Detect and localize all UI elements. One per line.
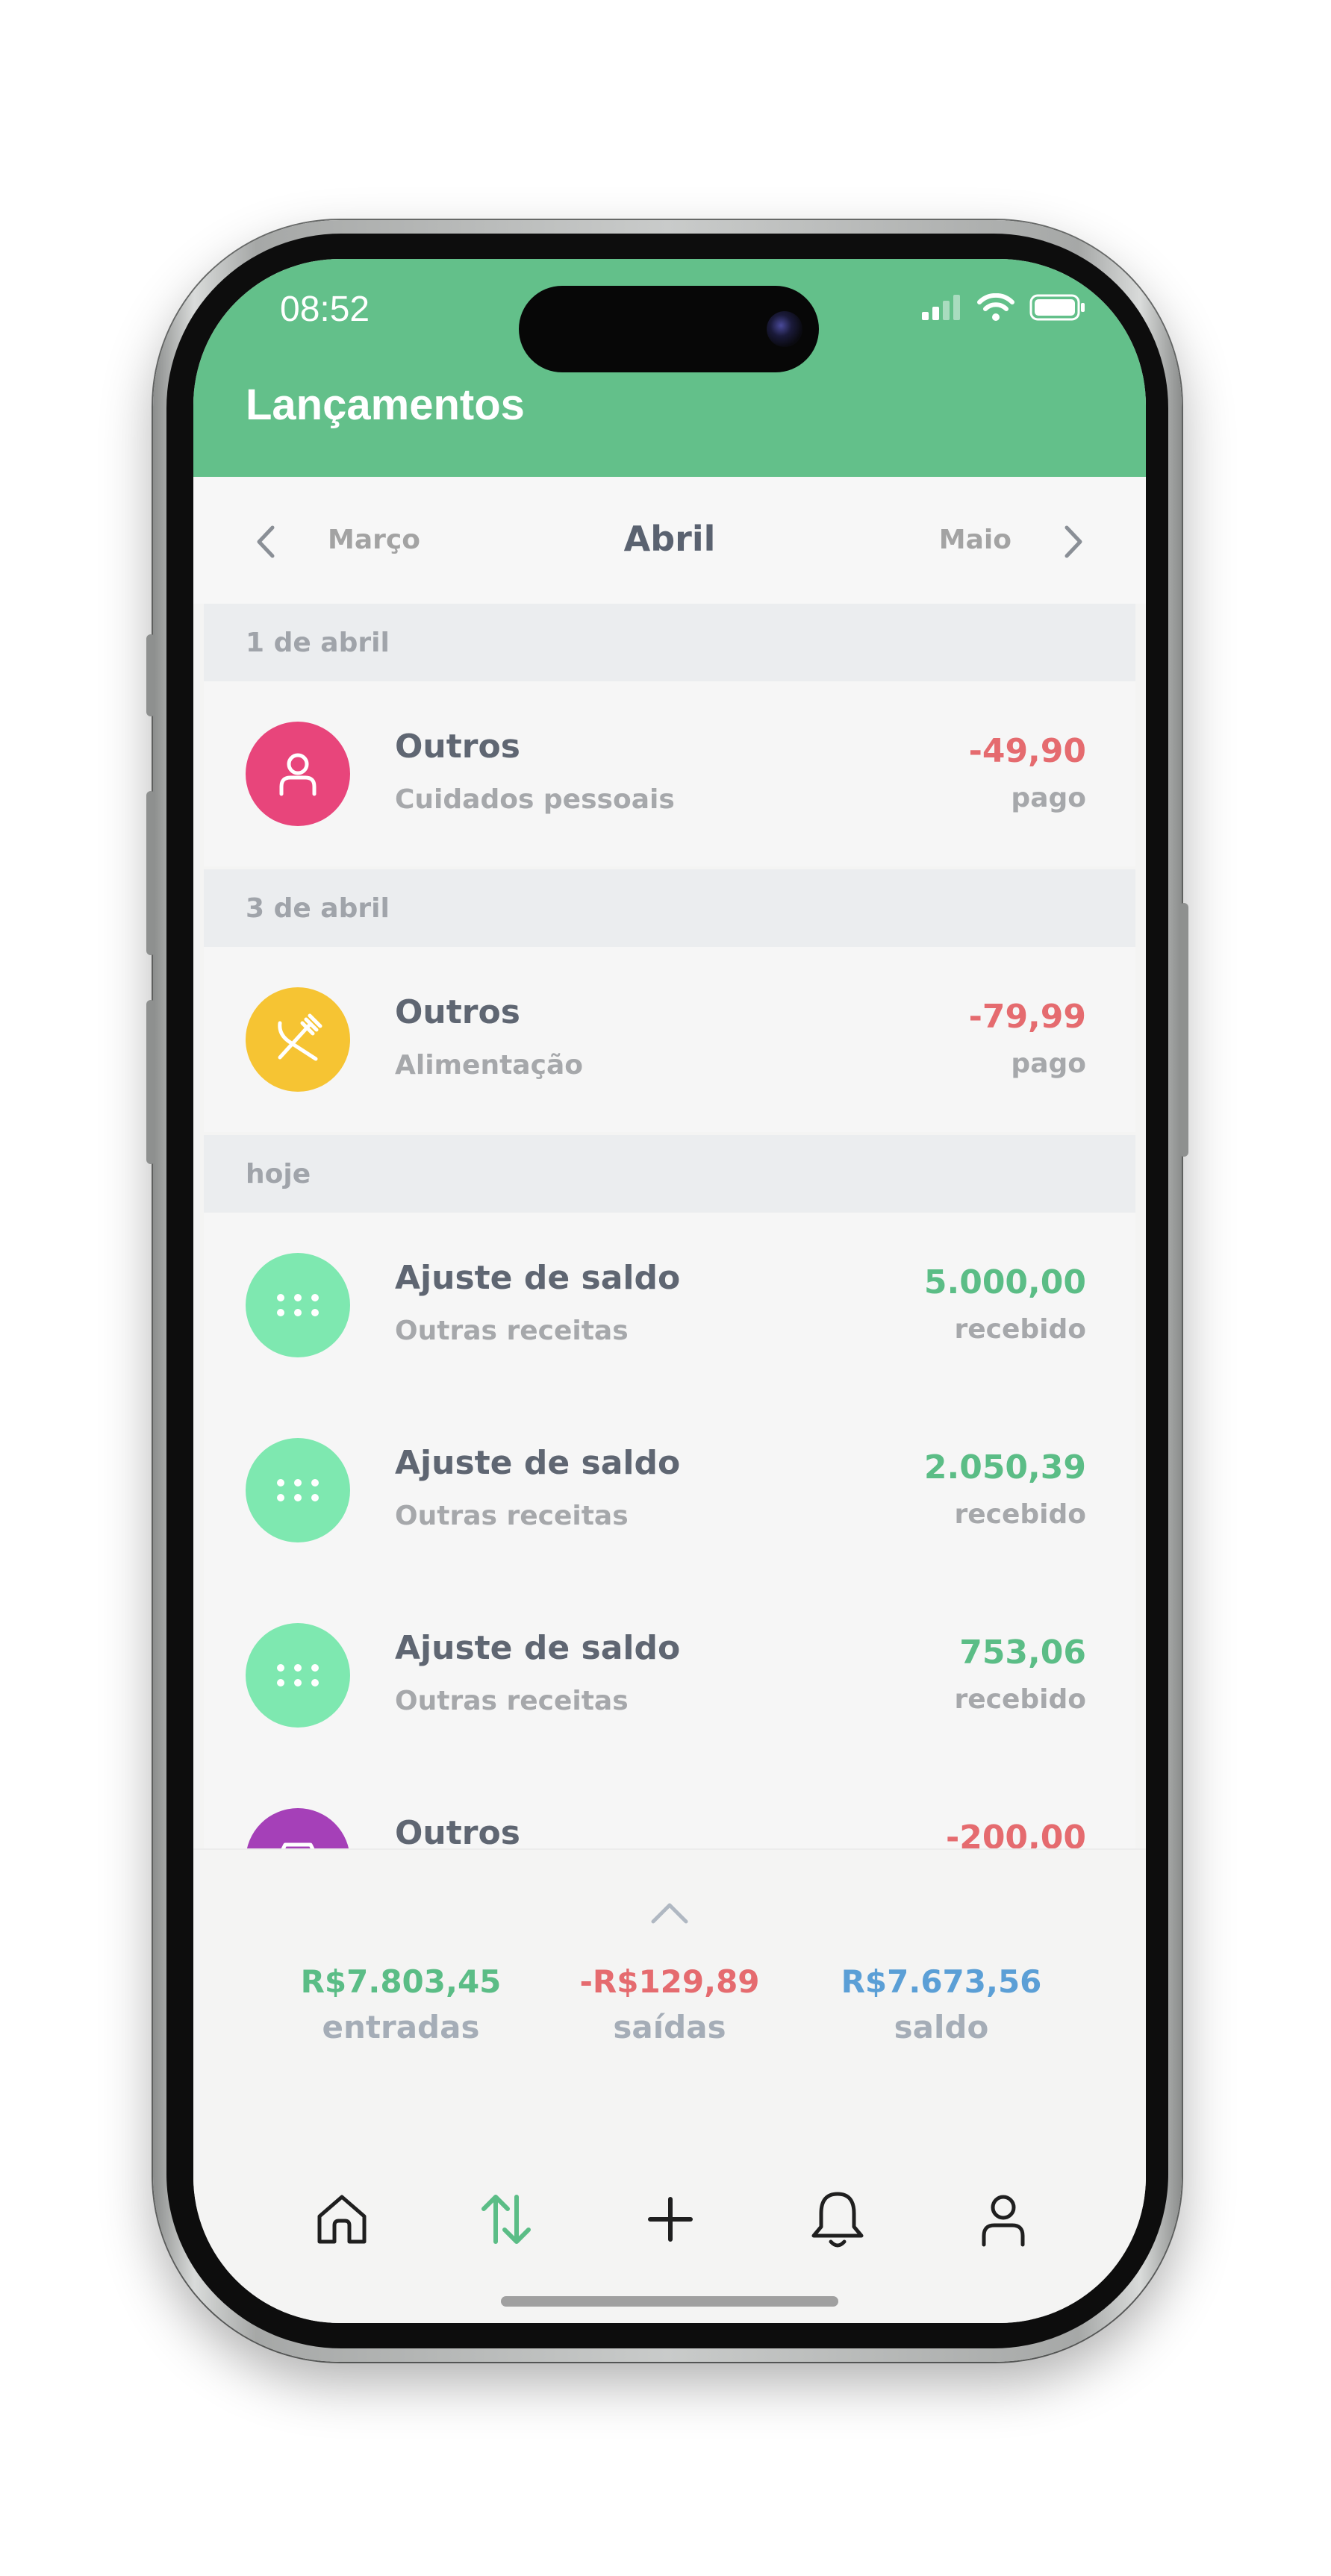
transaction-amount: -49,90 bbox=[968, 732, 1086, 770]
section-header: 1 de abril bbox=[204, 604, 1135, 681]
tab-profile[interactable] bbox=[970, 2186, 1037, 2253]
tab-home[interactable] bbox=[308, 2186, 375, 2253]
category-avatar bbox=[246, 1253, 350, 1357]
category-avatar bbox=[246, 1623, 350, 1728]
transaction-status: pago bbox=[1011, 783, 1086, 813]
tab-notifications[interactable] bbox=[804, 2186, 871, 2253]
chevron-up-icon[interactable] bbox=[649, 1899, 691, 1926]
transaction-category: Alimentação bbox=[395, 1050, 583, 1081]
phone-side-button bbox=[146, 634, 155, 716]
section-header: 3 de abril bbox=[204, 869, 1135, 947]
section-date: 1 de abril bbox=[246, 628, 390, 658]
transactions-icon bbox=[481, 2195, 531, 2244]
dots-grid-icon bbox=[277, 1479, 319, 1501]
category-avatar bbox=[246, 1438, 350, 1542]
category-avatar bbox=[246, 722, 350, 826]
phone-side-button bbox=[1179, 903, 1188, 1157]
transaction-category: Outras receitas bbox=[395, 1501, 629, 1531]
transaction-title: Ajuste de saldo bbox=[395, 1629, 681, 1667]
transaction-title: Ajuste de saldo bbox=[395, 1259, 681, 1297]
chevron-right-icon[interactable] bbox=[1058, 523, 1088, 560]
person-icon bbox=[279, 753, 317, 796]
transaction-row[interactable]: Outros Cuidados pessoais -49,90 pago bbox=[204, 681, 1135, 866]
wifi-icon bbox=[977, 293, 1014, 321]
transaction-amount: 753,06 bbox=[959, 1634, 1086, 1672]
transaction-status: pago bbox=[1011, 1048, 1086, 1079]
transaction-status: recebido bbox=[954, 1499, 1086, 1530]
income-label: entradas bbox=[322, 2009, 480, 2045]
transaction-row[interactable]: Ajuste de saldo Outras receitas 753,06 r… bbox=[204, 1583, 1135, 1768]
transaction-category: Outras receitas bbox=[395, 1316, 629, 1346]
bell-icon bbox=[811, 2192, 864, 2248]
transaction-category: Cuidados pessoais bbox=[395, 784, 675, 815]
transaction-title: Outros bbox=[395, 993, 520, 1031]
transaction-title: Ajuste de saldo bbox=[395, 1444, 681, 1482]
app-screen: 08:52 Lançamentos Março Abril Maio 1 de … bbox=[193, 259, 1146, 2323]
month-navigator: Março Abril Maio bbox=[193, 477, 1146, 604]
home-indicator[interactable] bbox=[501, 2296, 838, 2307]
transaction-category: Outras receitas bbox=[395, 1686, 629, 1716]
section-date: hoje bbox=[246, 1159, 311, 1189]
home-icon bbox=[317, 2195, 367, 2244]
profile-icon bbox=[982, 2195, 1025, 2247]
phone-side-button bbox=[146, 1000, 155, 1164]
app-header: 08:52 Lançamentos bbox=[193, 259, 1146, 477]
summary-expense: -R$129,89 saídas bbox=[528, 1963, 811, 2045]
transaction-title: Outros bbox=[395, 728, 520, 766]
balance-label: saldo bbox=[894, 2009, 989, 2045]
camera-icon bbox=[767, 311, 802, 347]
dynamic-island bbox=[519, 286, 819, 372]
transaction-amount: -79,99 bbox=[968, 998, 1086, 1036]
transaction-status: recebido bbox=[954, 1314, 1086, 1345]
page-title: Lançamentos bbox=[246, 381, 525, 429]
transaction-row[interactable]: Ajuste de saldo Outras receitas 5.000,00… bbox=[204, 1213, 1135, 1398]
section-header: hoje bbox=[204, 1135, 1135, 1213]
balance-value: R$7.673,56 bbox=[841, 1963, 1042, 2000]
summary-balance: R$7.673,56 saldo bbox=[799, 1963, 1083, 2045]
transaction-row[interactable]: Outros Alimentação -79,99 pago bbox=[204, 947, 1135, 1132]
status-icons bbox=[920, 293, 1086, 322]
transaction-status: recebido bbox=[954, 1684, 1086, 1715]
bottom-tab-bar bbox=[193, 2169, 1146, 2274]
income-value: R$7.803,45 bbox=[300, 1963, 502, 2000]
expense-value: -R$129,89 bbox=[579, 1963, 760, 2000]
summary-income: R$7.803,45 entradas bbox=[259, 1963, 543, 2045]
month-next[interactable]: Maio bbox=[939, 525, 1012, 555]
transaction-row[interactable]: Ajuste de saldo Outras receitas 2.050,39… bbox=[204, 1398, 1135, 1583]
tab-add[interactable] bbox=[637, 2186, 704, 2253]
status-time: 08:52 bbox=[280, 290, 370, 329]
section-date: 3 de abril bbox=[246, 893, 390, 924]
fork-knife-icon bbox=[278, 1013, 322, 1061]
transaction-amount: 5.000,00 bbox=[923, 1263, 1086, 1301]
phone-side-button bbox=[146, 791, 155, 955]
plus-icon bbox=[648, 2197, 693, 2242]
dots-grid-icon bbox=[277, 1294, 319, 1316]
expense-label: saídas bbox=[613, 2009, 726, 2045]
signal-icon bbox=[922, 295, 960, 320]
dots-grid-icon bbox=[277, 1664, 319, 1686]
transaction-title: Outros bbox=[395, 1814, 520, 1852]
category-avatar bbox=[246, 987, 350, 1092]
battery-icon bbox=[1029, 294, 1085, 321]
tab-transactions[interactable] bbox=[473, 2186, 540, 2253]
transaction-amount: 2.050,39 bbox=[923, 1448, 1086, 1486]
